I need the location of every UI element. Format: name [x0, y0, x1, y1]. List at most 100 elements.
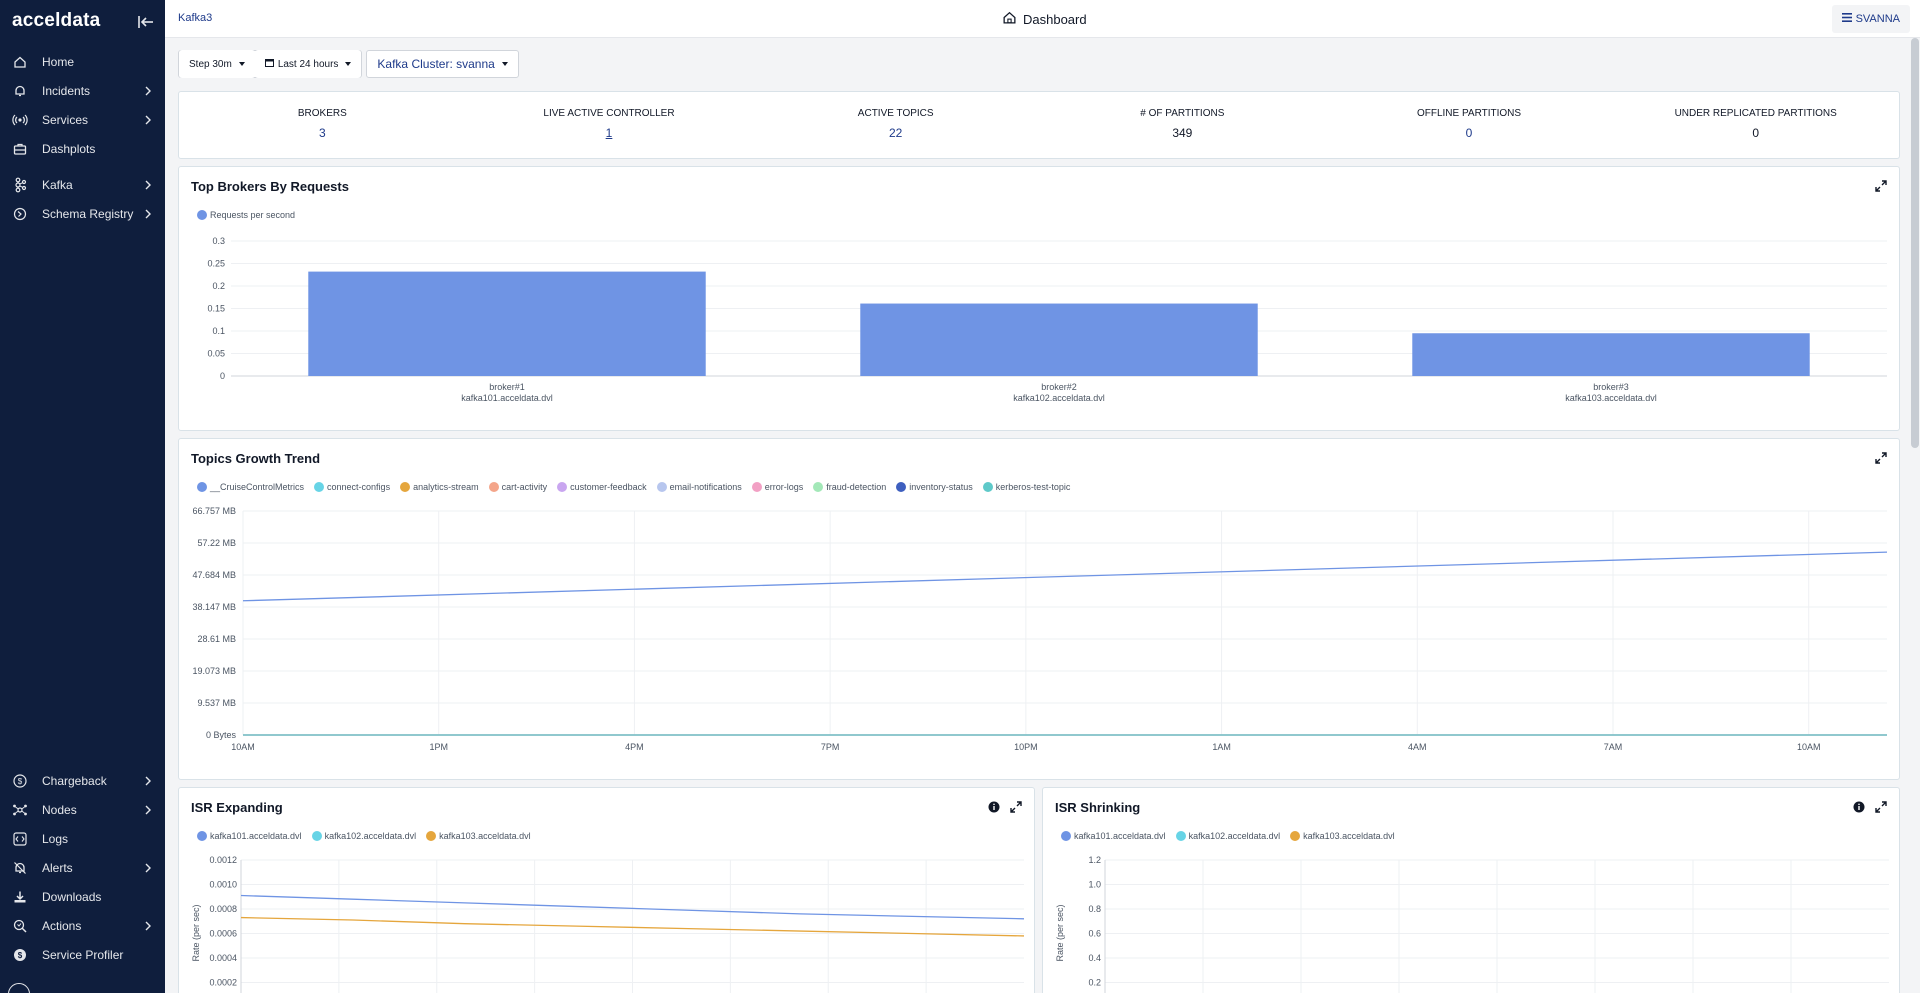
time-range-dropdown[interactable]: Last 24 hours	[254, 50, 362, 78]
stat-label: UNDER REPLICATED PARTITIONS	[1674, 108, 1837, 119]
sidebar-item-schema-registry[interactable]: Schema Registry	[0, 199, 165, 228]
sidebar-nav-top: Home Incidents Services Dashplots Kafka …	[0, 47, 165, 228]
stat-label: ACTIVE TOPICS	[857, 108, 934, 119]
nodes-icon	[12, 802, 28, 818]
y-tick-label: 0.0002	[209, 978, 237, 988]
sidebar-item-home[interactable]: Home	[0, 47, 165, 76]
topics-panel: Topics Growth Trend __CruiseControlMetri…	[178, 438, 1900, 780]
isr-shrinking-chart: 0.2 0.4 0.6 0.8 1.0 1.2 Rate (per sec)	[1055, 855, 1889, 993]
sidebar: acceldata Home Incidents Services Dashpl…	[0, 0, 165, 993]
sidebar-item-downloads[interactable]: Downloads	[0, 882, 165, 911]
stat-value[interactable]: 1	[466, 126, 753, 140]
stat-label: # OF PARTITIONS	[1140, 108, 1225, 119]
stat-value[interactable]: 0	[1326, 126, 1613, 140]
sidebar-item-label: Logs	[42, 831, 69, 846]
sidebar-item-logs[interactable]: Logs	[0, 824, 165, 853]
cluster-dropdown[interactable]: Kafka Cluster: svanna	[366, 50, 519, 78]
chevron-right-icon	[143, 85, 153, 96]
sidebar-item-nodes[interactable]: Nodes	[0, 795, 165, 824]
y-tick-label: 0.0010	[209, 880, 237, 890]
step-dropdown-label: Step 30m	[189, 58, 232, 70]
stats-panel: BROKERS 3 LIVE ACTIVE CONTROLLER 1 ACTIVE TO…	[178, 91, 1900, 159]
chevron-right-icon	[143, 775, 153, 786]
sidebar-item-dashplots[interactable]: Dashplots	[0, 134, 165, 163]
sidebar-item-chargeback[interactable]: $ Chargeback	[0, 766, 165, 795]
x-tick-label: 4AM	[1408, 742, 1427, 752]
sidebar-item-incidents[interactable]: Incidents	[0, 76, 165, 105]
isr-expanding-chart: 0.0002 0.0004 0.0006 0.0008 0.0010 0.0012 Rate…	[191, 855, 1025, 993]
x-tick-label: 4PM	[625, 742, 644, 752]
stat-value[interactable]: 3	[179, 126, 466, 140]
collapse-sidebar-icon[interactable]	[137, 14, 155, 30]
x-tick-label: kafka101.acceldata.dvl	[461, 393, 553, 403]
brokers-bar-chart: 0 0.05 0.1 0.15 0.2 0.25 0.3 broker#1kafka101.a…	[207, 236, 1887, 403]
chevron-right-icon	[143, 920, 153, 931]
y-tick-label: 0.0006	[209, 929, 237, 939]
isr-expanding-panel: ISR Expanding kafka101.acceldata.dvl kafk…	[178, 787, 1035, 993]
y-tick-label: 0.6	[1088, 929, 1101, 939]
y-tick-label: 0.8	[1088, 904, 1101, 914]
stat-card: UNDER REPLICATED PARTITIONS 0	[1612, 92, 1899, 158]
x-tick-label: kafka102.acceldata.dvl	[1013, 393, 1105, 403]
svg-text:$: $	[18, 951, 23, 960]
actions-icon	[12, 918, 28, 934]
sidebar-item-services[interactable]: Services	[0, 105, 165, 134]
y-tick-label: 9.537 MB	[197, 698, 236, 708]
home-icon	[12, 54, 28, 70]
x-tick-label: 10PM	[1014, 742, 1038, 752]
dollar-icon: $	[12, 773, 28, 789]
sidebar-nav-bottom: $ Chargeback Nodes Logs Alerts Downloads…	[0, 766, 165, 969]
bell-icon	[12, 83, 28, 99]
y-tick-label: 0.0008	[209, 904, 237, 914]
avatar[interactable]	[8, 983, 30, 993]
stat-value: 349	[1172, 126, 1193, 140]
caret-down-icon	[238, 62, 245, 66]
top-bar: Kafka3 Dashboard SVANNA	[165, 0, 1920, 38]
chevron-right-icon	[143, 114, 153, 125]
sidebar-item-label: Incidents	[42, 83, 91, 98]
x-tick-label: broker#3	[1593, 382, 1629, 392]
time-range-label: Last 24 hours	[277, 58, 339, 70]
y-tick-label: 0.25	[207, 259, 225, 269]
series-line	[242, 551, 1888, 602]
x-tick-label: 7AM	[1604, 742, 1623, 752]
calendar-icon	[264, 58, 274, 70]
x-tick-label: 10AM	[1797, 742, 1821, 752]
sidebar-item-label: Chargeback	[42, 773, 107, 788]
sidebar-item-label: Alerts	[42, 860, 73, 875]
sidebar-item-label: Downloads	[42, 889, 102, 904]
breadcrumb[interactable]: Kafka3	[178, 12, 212, 24]
y-tick-label: 1.2	[1088, 855, 1101, 865]
bar	[1412, 333, 1810, 376]
isr-shrinking-panel: ISR Shrinking kafka101.acceldata.dvl kafk…	[1042, 787, 1900, 993]
x-tick-label: 7PM	[821, 742, 840, 752]
chevron-right-icon	[143, 179, 153, 190]
page-scrollbar[interactable]	[1911, 38, 1919, 448]
profiler-icon: $	[12, 947, 28, 963]
sidebar-item-actions[interactable]: Actions	[0, 911, 165, 940]
user-menu-button[interactable]: SVANNA	[1831, 5, 1910, 33]
page-title-text: Dashboard	[1023, 11, 1087, 27]
page-title: Dashboard	[1002, 10, 1087, 28]
y-tick-label: 0.2	[212, 281, 225, 291]
y-tick-label: 57.22 MB	[197, 538, 236, 548]
sidebar-item-service-profiler[interactable]: $ Service Profiler	[0, 940, 165, 969]
sidebar-item-kafka[interactable]: Kafka	[0, 170, 165, 199]
step-dropdown[interactable]: Step 30m	[179, 50, 255, 78]
y-tick-label: 0.0004	[209, 953, 237, 963]
broadcast-icon	[12, 112, 28, 128]
svg-text:$: $	[18, 777, 23, 786]
y-axis-label: Rate (per sec)	[1055, 904, 1065, 961]
registry-icon	[12, 206, 28, 222]
y-tick-label: 1.0	[1088, 880, 1101, 890]
sidebar-item-label: Schema Registry	[42, 206, 134, 221]
y-axis-label: Rate (per sec)	[191, 904, 201, 961]
alert-bell-icon	[12, 860, 28, 876]
y-tick-label: 19.073 MB	[192, 666, 236, 676]
y-tick-label: 28.61 MB	[197, 634, 236, 644]
briefcase-icon	[12, 141, 28, 157]
kafka-icon	[12, 177, 28, 193]
time-filter-group: Step 30m Last 24 hours	[178, 50, 363, 78]
sidebar-item-alerts[interactable]: Alerts	[0, 853, 165, 882]
stat-value[interactable]: 22	[752, 126, 1039, 140]
